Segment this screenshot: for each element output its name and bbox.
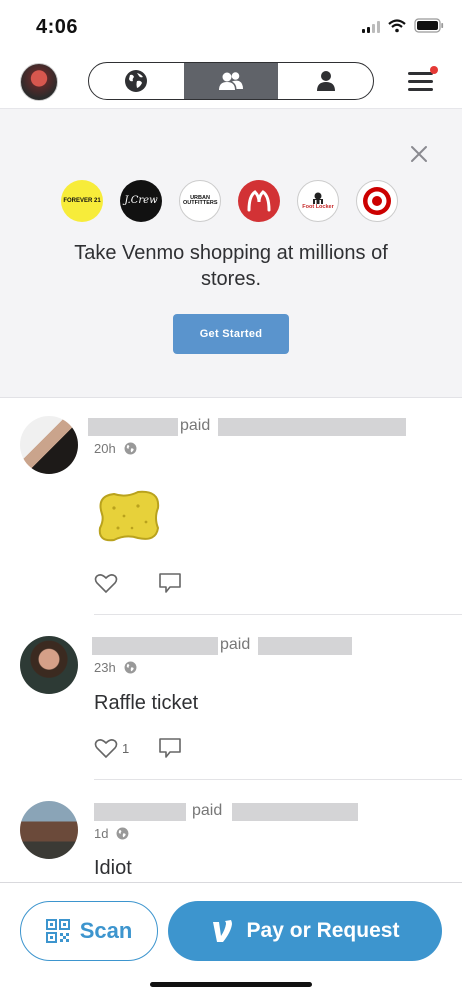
get-started-button[interactable]: Get Started: [173, 314, 289, 354]
home-indicator: [150, 982, 312, 987]
urban-outfitters-logo: URBAN OUTFITTERS: [179, 180, 221, 222]
cellular-signal-icon: [362, 21, 384, 33]
payment-note: Raffle ticket: [94, 692, 199, 714]
battery-icon: [414, 18, 444, 33]
notification-badge: [430, 66, 438, 74]
paid-label: paid: [192, 802, 223, 819]
like-count: 1: [122, 741, 130, 756]
globe-icon: [117, 827, 129, 840]
timestamp: 20h: [94, 441, 116, 456]
comment-icon[interactable]: [158, 572, 182, 594]
globe-icon: [125, 70, 148, 92]
divider: [94, 779, 462, 780]
lululemon-mark-icon: [247, 190, 271, 212]
redacted-recipient: [258, 637, 352, 655]
menu-icon[interactable]: [408, 70, 434, 92]
qr-code-icon: [45, 919, 70, 943]
redacted-recipient: [232, 803, 358, 821]
target-bullseye-icon: [363, 187, 391, 215]
close-icon[interactable]: [410, 145, 428, 163]
feed-meta: 1d: [94, 826, 129, 841]
forever21-logo: FOREVER 21: [61, 180, 103, 222]
profile-avatar[interactable]: [20, 63, 58, 101]
tab-mine[interactable]: [278, 63, 373, 99]
pay-or-request-button[interactable]: Pay or Request: [168, 901, 442, 961]
payment-note: Idiot: [94, 857, 132, 879]
person-icon: [316, 71, 335, 91]
wifi-icon: [388, 19, 406, 33]
pay-or-request-label: Pay or Request: [246, 919, 400, 942]
feed-meta: 20h: [94, 441, 137, 456]
venmo-v-icon: [212, 920, 232, 942]
redacted-recipient: [218, 418, 406, 436]
tab-public[interactable]: [89, 63, 184, 99]
banner-message: Take Venmo shopping at millions of store…: [74, 242, 388, 290]
globe-icon: [124, 661, 137, 674]
paid-label: paid: [180, 417, 211, 434]
feed-meta: 23h: [94, 660, 137, 675]
feed-avatar[interactable]: [20, 801, 78, 859]
lululemon-logo: [238, 180, 280, 222]
globe-icon: [124, 442, 137, 455]
heart-icon[interactable]: [94, 572, 118, 594]
feed-segmented-control[interactable]: [88, 62, 374, 100]
sponge-emoji-icon: [98, 490, 160, 542]
divider: [94, 614, 462, 615]
scan-button[interactable]: Scan: [20, 901, 158, 961]
target-logo: [356, 180, 398, 222]
timestamp: 1d: [94, 826, 109, 841]
heart-icon[interactable]: [94, 737, 118, 759]
feed-avatar[interactable]: [20, 416, 78, 474]
paid-label: paid: [220, 636, 251, 653]
comment-icon[interactable]: [158, 737, 182, 759]
friends-icon: [219, 72, 243, 90]
status-time: 4:06: [36, 16, 79, 38]
feed-avatar[interactable]: [20, 636, 78, 694]
redacted-sender: [94, 803, 186, 821]
foot-locker-logo: Foot Locker: [297, 180, 339, 222]
jcrew-logo: J.Crew: [120, 180, 162, 222]
timestamp: 23h: [94, 660, 116, 675]
redacted-sender: [88, 418, 178, 436]
tab-friends[interactable]: [183, 63, 279, 99]
scan-label: Scan: [79, 918, 133, 943]
redacted-sender: [92, 637, 218, 655]
referee-icon: [313, 192, 323, 204]
